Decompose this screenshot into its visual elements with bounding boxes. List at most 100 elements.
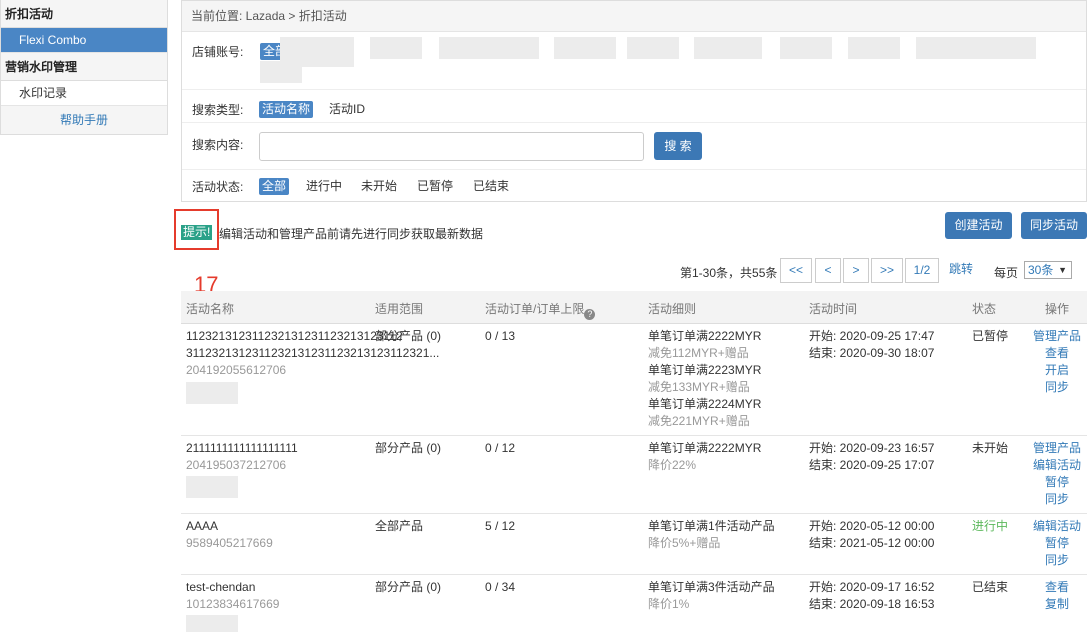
op-sync[interactable]: 同步: [1029, 552, 1085, 569]
activity-id: 9589405217669: [186, 536, 273, 550]
per-page-value: 30条: [1028, 263, 1054, 277]
activity-id: 204195037212706: [186, 458, 287, 472]
activity-table: 活动名称 适用范围 活动订单/订单上限 ? 活动细则 活动时间 状态 操作 11…: [181, 291, 1087, 632]
end-time: 结束: 2020-09-25 17:07: [809, 458, 935, 472]
table-header: 活动名称 适用范围 活动订单/订单上限 ? 活动细则 活动时间 状态 操作: [181, 291, 1087, 324]
per-page-select[interactable]: 30条 ▼: [1024, 261, 1072, 279]
op-view[interactable]: 查看: [1029, 345, 1085, 362]
sidebar-item-flexi-combo[interactable]: Flexi Combo: [1, 28, 167, 53]
rule-main: 单笔订单满1件活动产品: [648, 519, 775, 533]
op-copy[interactable]: 复制: [1029, 596, 1085, 613]
start-time: 开始: 2020-09-17 16:52: [809, 580, 935, 594]
col-header-orders-label: 活动订单/订单上限: [485, 302, 585, 316]
search-button[interactable]: 搜 索: [654, 132, 702, 160]
ops-cell: 编辑活动 暂停 同步: [1029, 518, 1085, 569]
ops-cell: 查看 复制: [1029, 579, 1085, 613]
orders-cell: 0 / 12: [485, 441, 516, 455]
page-prev-button[interactable]: <: [815, 258, 841, 283]
rules-cell: 单笔订单满1件活动产品 降价5%+赠品: [648, 518, 775, 552]
orders-cell: 0 / 13: [485, 329, 516, 343]
page-jump-button[interactable]: 跳转: [943, 258, 979, 283]
table-row: 2111111111111111111 204195037212706 部分产品…: [181, 436, 1087, 514]
status-tag-paused[interactable]: 已暂停: [414, 178, 456, 195]
divider: [182, 89, 1086, 90]
pagination-info: 第1-30条，共55条: [680, 266, 778, 280]
search-type-activity-name[interactable]: 活动名称: [259, 101, 314, 118]
create-activity-button[interactable]: 创建活动: [945, 212, 1012, 239]
rule-sub: 减免112MYR+赠品: [648, 346, 749, 360]
status-tag-running[interactable]: 进行中: [303, 178, 345, 195]
activity-name: 112321312311232131231123213123112: [186, 329, 403, 343]
activity-id: 10123834617669: [186, 597, 280, 611]
time-cell: 开始: 2020-09-25 17:47 结束: 2020-09-30 18:0…: [809, 328, 934, 362]
rules-cell: 单笔订单满3件活动产品 降价1%: [648, 579, 775, 613]
op-enable[interactable]: 开启: [1029, 362, 1085, 379]
help-manual-link[interactable]: 帮助手册: [1, 106, 167, 134]
divider: [182, 122, 1086, 123]
status-tag-not-started[interactable]: 未开始: [358, 178, 400, 195]
per-page-label: 每页: [994, 266, 1019, 280]
ops-cell: 管理产品 查看 开启 同步: [1029, 328, 1085, 396]
blurred-store-account[interactable]: [848, 37, 900, 59]
activity-name: AAAA: [186, 519, 219, 533]
blurred-store-account[interactable]: [694, 37, 762, 59]
end-time: 结束: 2020-09-18 16:53: [809, 597, 935, 611]
blurred-store-name: [186, 476, 238, 498]
activity-name: test-chendan: [186, 580, 256, 594]
op-manage-products[interactable]: 管理产品: [1029, 328, 1085, 345]
rules-cell: 单笔订单满2222MYR 降价22%: [648, 440, 761, 474]
search-input[interactable]: [259, 132, 644, 161]
activity-name: 2111111111111111111: [186, 441, 298, 455]
table-row: test-chendan 10123834617669 部分产品 (0) 0 /…: [181, 575, 1087, 632]
breadcrumb: 当前位置: Lazada > 折扣活动: [182, 1, 1086, 32]
blurred-store-account[interactable]: [627, 37, 679, 59]
op-view[interactable]: 查看: [1029, 579, 1085, 596]
blurred-store-account[interactable]: [916, 37, 1036, 59]
page-next-button[interactable]: >: [843, 258, 869, 283]
store-label: 店铺账号:: [192, 45, 244, 59]
scope-cell: 部分产品 (0): [375, 580, 442, 594]
caret-down-icon: ▼: [1058, 265, 1067, 275]
page-first-button[interactable]: <<: [780, 258, 812, 283]
op-pause[interactable]: 暂停: [1029, 474, 1085, 491]
question-icon[interactable]: ?: [584, 309, 596, 320]
rule-sub: 降价5%+赠品: [648, 536, 721, 550]
page-last-button[interactable]: >>: [871, 258, 903, 283]
blurred-store-account[interactable]: [439, 37, 539, 59]
status-label: 活动状态:: [192, 180, 244, 194]
op-sync[interactable]: 同步: [1029, 379, 1085, 396]
rule-main: 单笔订单满3件活动产品: [648, 580, 775, 594]
rules-cell: 单笔订单满2222MYR 减免112MYR+赠品 单笔订单满2223MYR 减免…: [648, 328, 761, 430]
rule-main: 单笔订单满2223MYR: [648, 363, 762, 377]
activity-id: 204192055612706: [186, 363, 287, 377]
sync-activity-button[interactable]: 同步活动: [1021, 212, 1087, 239]
op-edit-activity[interactable]: 编辑活动: [1029, 457, 1085, 474]
search-type-activity-id[interactable]: 活动ID: [326, 101, 368, 118]
status-cell: 未开始: [972, 441, 1009, 455]
op-pause[interactable]: 暂停: [1029, 535, 1085, 552]
col-header-name: 活动名称: [186, 302, 235, 316]
op-manage-products[interactable]: 管理产品: [1029, 440, 1085, 457]
status-tag-ended[interactable]: 已结束: [470, 178, 512, 195]
table-row: 112321312311232131231123213123112 311232…: [181, 324, 1087, 436]
blurred-store-account[interactable]: [260, 61, 302, 83]
op-edit-activity[interactable]: 编辑活动: [1029, 518, 1085, 535]
table-row: AAAA 9589405217669 全部产品 5 / 12 单笔订单满1件活动…: [181, 514, 1087, 575]
rule-sub: 降价22%: [648, 458, 697, 472]
blurred-store-name: [186, 615, 238, 632]
col-header-scope: 适用范围: [375, 302, 424, 316]
activity-name-cell: test-chendan 10123834617669: [186, 579, 371, 632]
status-tag-all[interactable]: 全部: [259, 178, 290, 195]
blurred-store-account[interactable]: [370, 37, 422, 59]
filter-panel: 当前位置: Lazada > 折扣活动 店铺账号: 全部 搜索类型: 活动名称 …: [181, 0, 1087, 202]
ops-cell: 管理产品 编辑活动 暂停 同步: [1029, 440, 1085, 508]
rule-main: 单笔订单满2222MYR: [648, 441, 762, 455]
activity-name-cont: 3112321312311232131231123213123112321...: [186, 346, 440, 360]
op-sync[interactable]: 同步: [1029, 491, 1085, 508]
hint-text: 编辑活动和管理产品前请先进行同步获取最新数据: [219, 227, 484, 241]
sidebar-item-watermark-records[interactable]: 水印记录: [1, 81, 167, 106]
activity-name-cell: 2111111111111111111 204195037212706: [186, 440, 371, 498]
blurred-store-account[interactable]: [780, 37, 832, 59]
rule-main: 单笔订单满2224MYR: [648, 397, 762, 411]
blurred-store-account[interactable]: [554, 37, 616, 59]
